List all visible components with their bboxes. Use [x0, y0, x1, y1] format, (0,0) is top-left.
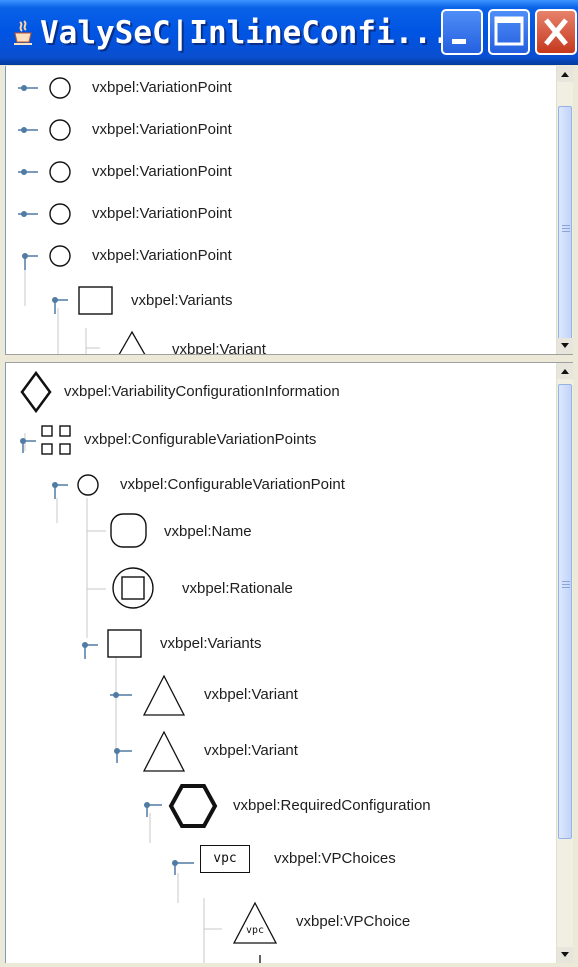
triangle-icon: [142, 730, 186, 772]
minimize-icon: [452, 39, 466, 44]
bottom-tree-panel[interactable]: vxbpel:VariabilityConfigurationInformati…: [5, 363, 573, 963]
tree-node-label: vxbpel:Variants: [131, 292, 233, 309]
maximize-icon: [494, 16, 524, 46]
tree-node-label: vxbpel:ConfigurableVariationPoint: [120, 476, 345, 493]
tree-node-label: vxbpel:Variant: [204, 686, 298, 703]
handle-expanded-icon[interactable]: [138, 793, 168, 823]
partial-node-icon: [259, 955, 261, 963]
tree-node-label: vxbpel:Variant: [204, 742, 298, 759]
circled-square-icon: [112, 567, 154, 609]
diamond-icon: [20, 371, 52, 413]
tree-node-label: vxbpel:RequiredConfiguration: [233, 797, 431, 814]
vpc-box-icon: vpc: [200, 845, 250, 873]
triangle-icon: [142, 674, 186, 716]
circle-icon: [49, 245, 71, 267]
top-tree-panel[interactable]: vxbpel:VariationPoint vxbpel:VariationPo…: [5, 66, 573, 354]
vpc-triangle-icon: [232, 901, 278, 944]
tree-node-label: vxbpel:Variant: [172, 341, 266, 354]
tree-node-label: vxbpel:VariationPoint: [92, 121, 232, 138]
circle-icon: [49, 119, 71, 141]
tree-node-label: vxbpel:VariabilityConfigurationInformati…: [64, 383, 340, 400]
bottom-tree-graphics: [24, 433, 222, 963]
scroll-up-icon[interactable]: [557, 66, 573, 82]
window-title: ValySeC|InlineConfi...: [40, 15, 451, 51]
circle-icon: [49, 77, 71, 99]
tree-node-label: vxbpel:Name: [164, 523, 252, 540]
tree-node-label: vxbpel:VariationPoint: [92, 79, 232, 96]
tree-node-label: vxbpel:Rationale: [182, 580, 293, 597]
handle-expanded-icon[interactable]: [16, 244, 46, 274]
handle-expanded-icon[interactable]: [76, 633, 106, 663]
handle-expanded-icon[interactable]: [46, 473, 76, 503]
circle-icon: [49, 203, 71, 225]
handle-collapsed-icon[interactable]: [108, 683, 138, 713]
rounded-rect-icon: [110, 513, 147, 548]
title-bar[interactable]: ValySeC|InlineConfi...: [0, 0, 578, 65]
java-cup-icon: [14, 20, 32, 45]
application-window: ValySeC|InlineConfi... vxbpel:VariationP…: [0, 0, 578, 967]
close-icon: [544, 18, 568, 46]
scroll-thumb[interactable]: [558, 106, 572, 354]
circle-icon: [49, 161, 71, 183]
square-icon: [107, 629, 142, 658]
handle-expanded-icon[interactable]: [166, 851, 196, 881]
circle-icon: [77, 474, 99, 496]
handle-expanded-icon[interactable]: [108, 739, 138, 769]
minimize-button[interactable]: [441, 9, 483, 55]
tree-node-label: vxbpel:VariationPoint: [92, 205, 232, 222]
square-icon: [78, 286, 113, 315]
bottom-vertical-scrollbar[interactable]: [556, 363, 573, 963]
vpc-triangle-text: vpc: [245, 925, 265, 936]
triangle-icon: [118, 330, 146, 354]
tree-node-label: vxbpel:VPChoice: [296, 913, 411, 930]
hexagon-icon: [168, 784, 218, 828]
tree-node-label: vxbpel:VariationPoint: [92, 247, 232, 264]
maximize-button[interactable]: [488, 9, 530, 55]
close-button[interactable]: [535, 9, 577, 55]
tree-node-label: vxbpel:VPChoices: [274, 850, 396, 867]
split-divider[interactable]: [5, 354, 573, 363]
scroll-up-icon[interactable]: [557, 363, 573, 379]
tree-node-label: vxbpel:Variants: [160, 635, 262, 652]
four-squares-icon: [41, 425, 71, 455]
scroll-down-icon[interactable]: [557, 338, 573, 354]
handle-expanded-icon[interactable]: [46, 288, 76, 318]
scroll-thumb[interactable]: [558, 384, 572, 839]
scroll-down-icon[interactable]: [557, 947, 573, 963]
tree-node-label: vxbpel:VariationPoint: [92, 163, 232, 180]
tree-node-label: vxbpel:ConfigurableVariationPoints: [84, 431, 317, 448]
top-vertical-scrollbar[interactable]: [556, 66, 573, 354]
